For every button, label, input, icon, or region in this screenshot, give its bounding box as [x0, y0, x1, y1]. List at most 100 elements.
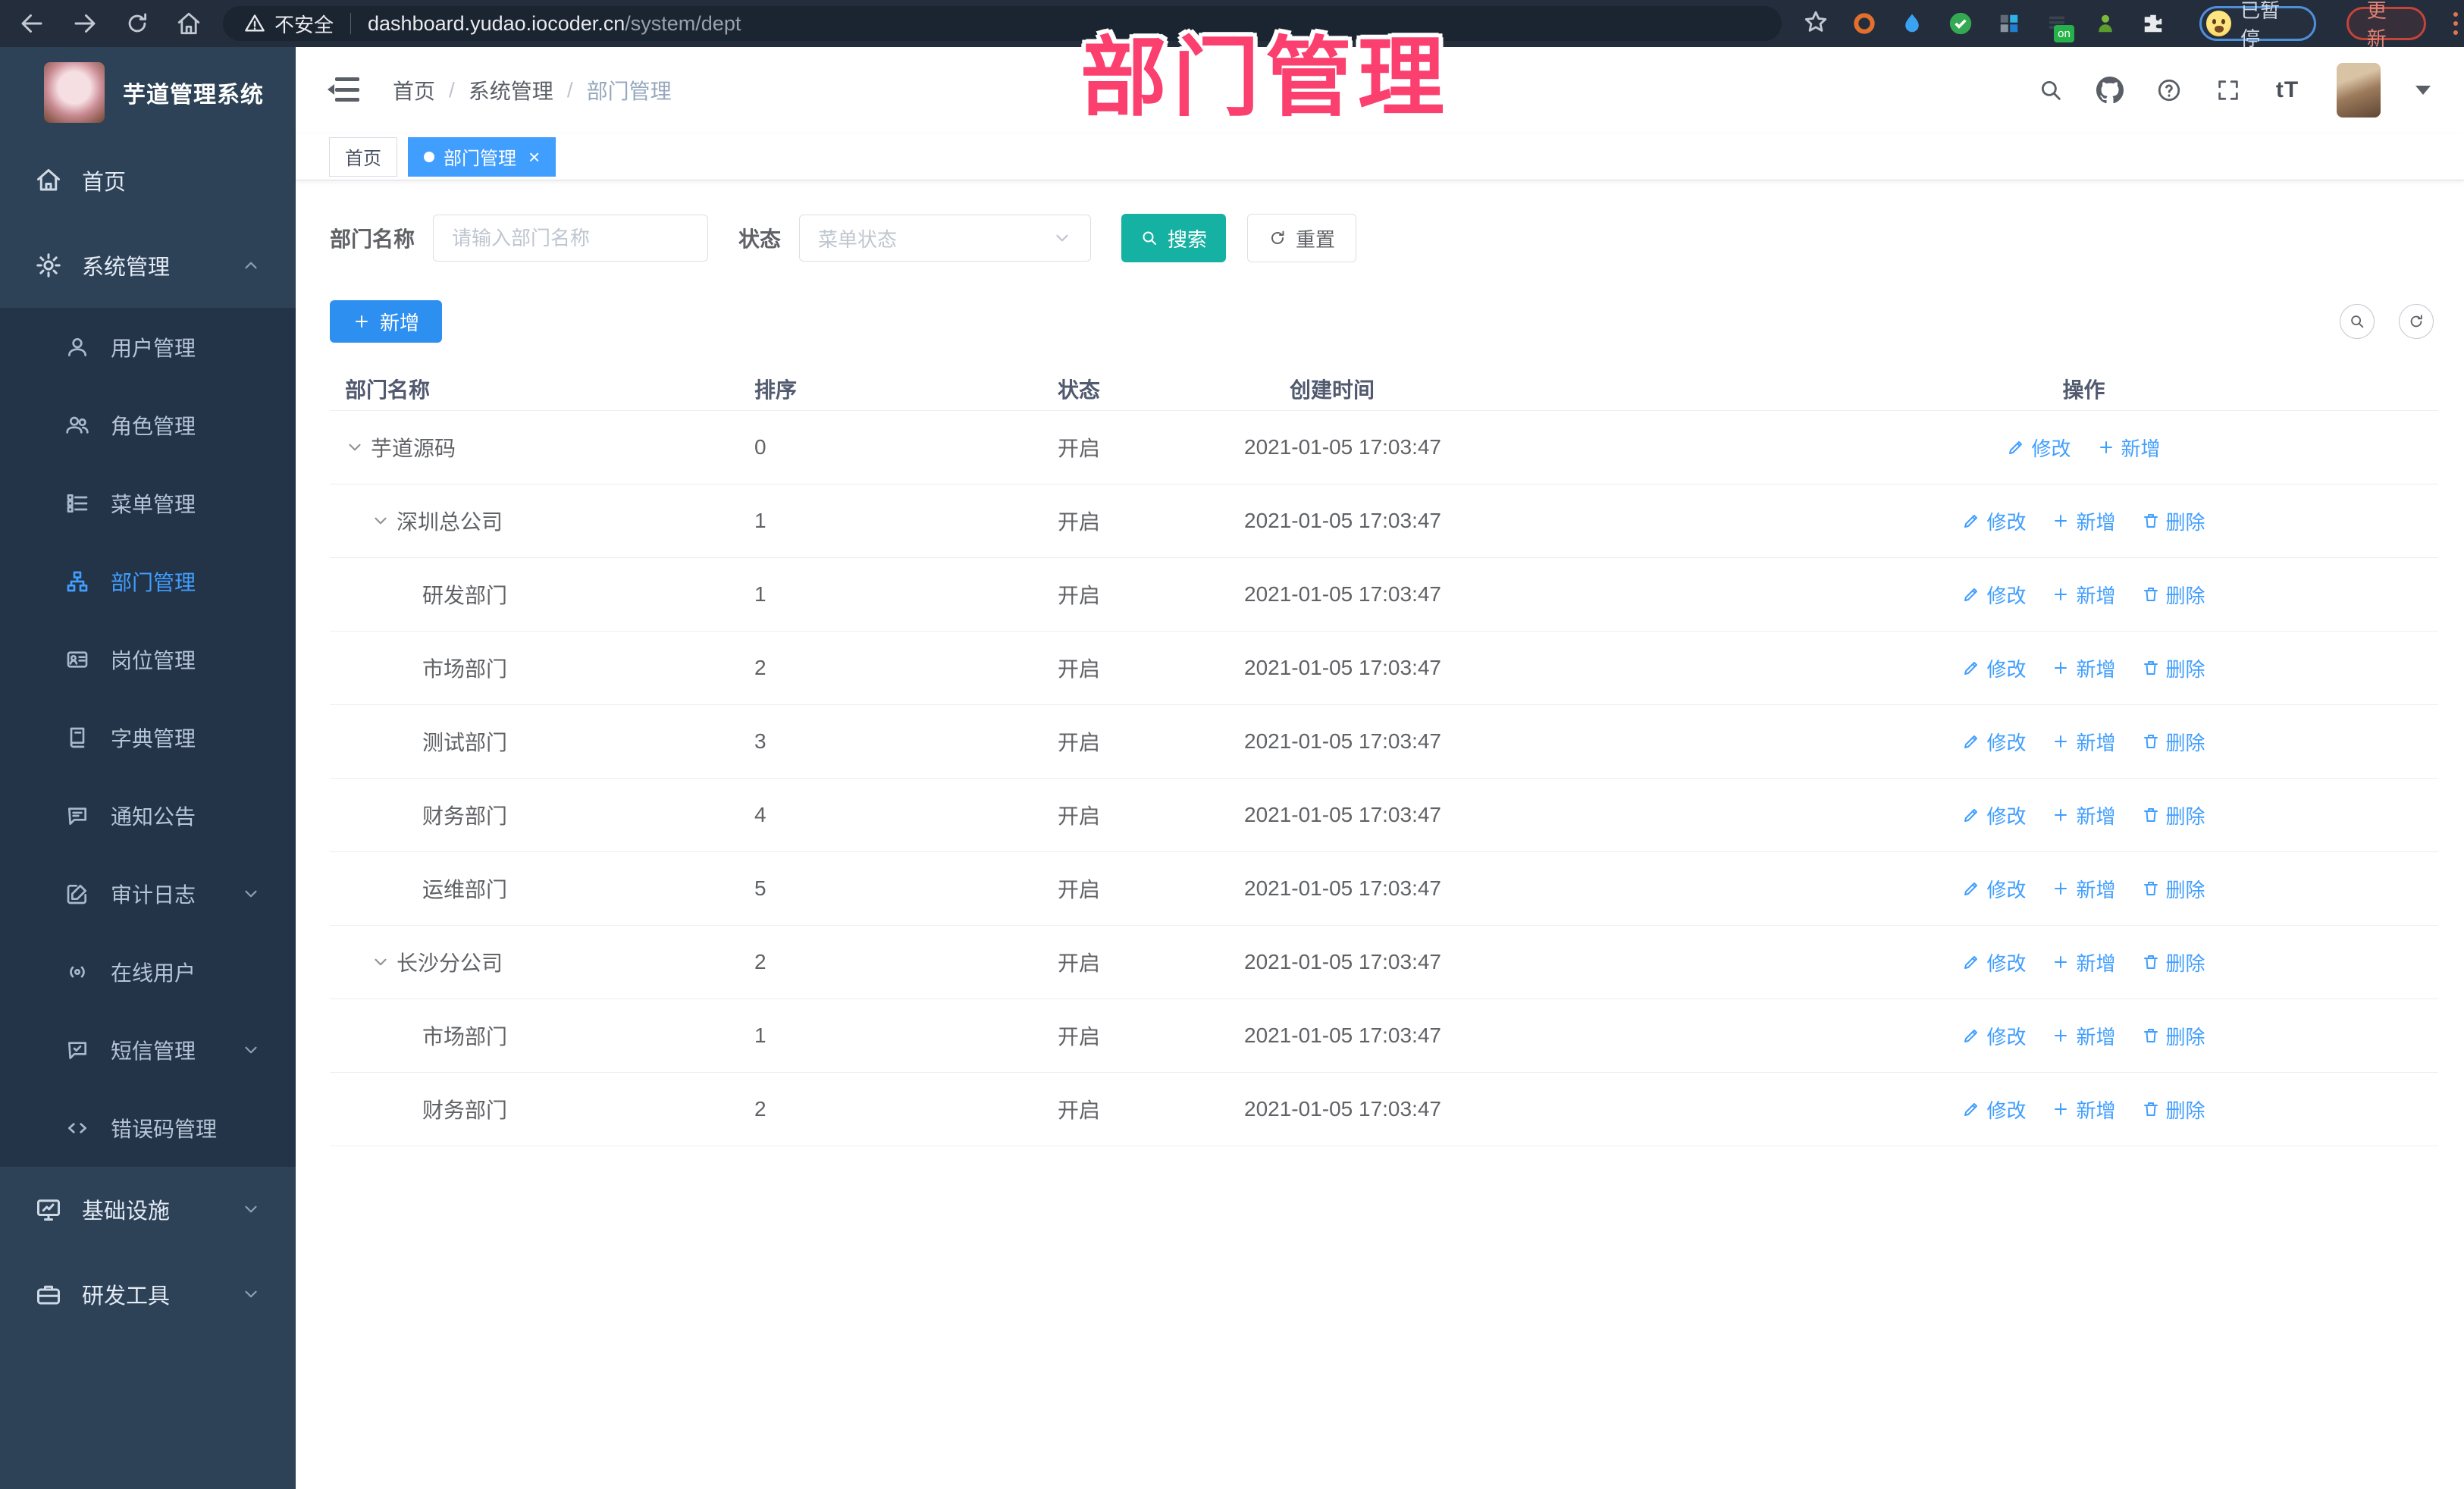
- op-add-link[interactable]: 新增: [2052, 728, 2116, 756]
- dept-name-input[interactable]: [433, 215, 709, 262]
- github-icon[interactable]: [2096, 76, 2124, 105]
- op-edit-link[interactable]: 修改: [1962, 1022, 2026, 1050]
- tag-dept-active[interactable]: 部门管理 ×: [408, 136, 556, 177]
- trash-icon: [2143, 955, 2158, 969]
- op-delete-link[interactable]: 删除: [2142, 581, 2205, 609]
- status-cell: 开启: [1058, 657, 1101, 681]
- extension-icon[interactable]: [2093, 11, 2118, 36]
- sidebar-item-infra[interactable]: 基础设施: [0, 1167, 296, 1252]
- op-delete-link[interactable]: 删除: [2142, 1022, 2205, 1050]
- sidebar-item-users[interactable]: 用户管理: [0, 308, 296, 386]
- expand-arrow-icon[interactable]: [345, 437, 365, 457]
- sidebar-item-devtools[interactable]: 研发工具: [0, 1252, 296, 1337]
- sidebar-item-dict[interactable]: 字典管理: [0, 698, 296, 776]
- security-indicator[interactable]: 不安全: [244, 10, 334, 38]
- help-icon[interactable]: [2155, 76, 2183, 105]
- op-edit-link[interactable]: 修改: [1962, 507, 2026, 535]
- reset-button[interactable]: 重置: [1247, 214, 1357, 262]
- dept-name-cell: 市场部门: [330, 1020, 739, 1051]
- op-add-link[interactable]: 新增: [2052, 581, 2116, 609]
- op-delete-link[interactable]: 删除: [2142, 875, 2205, 903]
- extension-icon[interactable]: [1851, 11, 1876, 36]
- breadcrumb-system[interactable]: 系统管理: [469, 75, 553, 105]
- dept-name-cell: 财务部门: [330, 1094, 739, 1124]
- fullscreen-icon[interactable]: [2214, 76, 2243, 105]
- sidebar-item-menus[interactable]: 菜单管理: [0, 464, 296, 542]
- op-delete-link[interactable]: 删除: [2142, 948, 2205, 976]
- op-edit-link[interactable]: 修改: [1962, 654, 2026, 682]
- sidebar-item-error-codes[interactable]: 错误码管理: [0, 1089, 296, 1167]
- browser-back-icon[interactable]: [18, 10, 45, 37]
- op-edit-link[interactable]: 修改: [1962, 1096, 2026, 1124]
- sidebar-item-online-users[interactable]: 在线用户: [0, 933, 296, 1011]
- browser-menu-icon[interactable]: [2453, 12, 2458, 35]
- op-edit-link[interactable]: 修改: [1962, 801, 2026, 829]
- breadcrumb-home[interactable]: 首页: [393, 75, 435, 105]
- browser-forward-icon[interactable]: [71, 10, 99, 37]
- extension-icon[interactable]: [1996, 11, 2021, 36]
- browser-home-icon[interactable]: [176, 11, 202, 36]
- op-add-link[interactable]: 新增: [2097, 434, 2161, 462]
- op-add-link[interactable]: 新增: [2052, 875, 2116, 903]
- sidebar-item-depts[interactable]: 部门管理: [0, 542, 296, 620]
- op-delete-link[interactable]: 删除: [2142, 507, 2205, 535]
- sidebar-item-audit-log[interactable]: 审计日志: [0, 854, 296, 933]
- status-cell: 开启: [1058, 584, 1101, 607]
- op-add-link[interactable]: 新增: [2052, 801, 2116, 829]
- add-button[interactable]: 新增: [330, 300, 442, 343]
- op-delete-link[interactable]: 删除: [2142, 654, 2205, 682]
- status-label: 状态: [738, 227, 782, 251]
- pencil-icon: [1964, 515, 1978, 528]
- status-select[interactable]: 菜单状态: [799, 215, 1092, 262]
- page-content: 部门名称 状态 菜单状态 搜索 重置: [296, 180, 2464, 1489]
- sidebar-item-notice[interactable]: 通知公告: [0, 776, 296, 854]
- bookmark-star-icon[interactable]: [1803, 9, 1829, 39]
- op-delete-link[interactable]: 删除: [2142, 1096, 2205, 1124]
- sidebar-item-roles[interactable]: 角色管理: [0, 386, 296, 464]
- tag-home[interactable]: 首页: [329, 136, 397, 177]
- browser-update-button[interactable]: 更新: [2346, 0, 2426, 50]
- op-add-link[interactable]: 新增: [2052, 1096, 2116, 1124]
- extension-icon[interactable]: on: [2044, 11, 2074, 42]
- expand-arrow-icon[interactable]: [371, 511, 390, 531]
- plus-icon: [2055, 956, 2067, 968]
- avatar-dropdown-icon[interactable]: [2415, 86, 2431, 95]
- font-size-icon[interactable]: tT: [2273, 76, 2302, 105]
- op-edit-link[interactable]: 修改: [1962, 728, 2026, 756]
- op-edit-link[interactable]: 修改: [1962, 581, 2026, 609]
- op-delete-link[interactable]: 删除: [2142, 728, 2205, 756]
- op-add-link[interactable]: 新增: [2052, 507, 2116, 535]
- sidebar-item-label: 系统管理: [82, 255, 171, 280]
- toggle-search-button[interactable]: [2340, 304, 2375, 339]
- op-add-link[interactable]: 新增: [2052, 948, 2116, 976]
- search-icon[interactable]: [2036, 76, 2065, 105]
- user-avatar[interactable]: [2337, 63, 2381, 118]
- op-delete-link[interactable]: 删除: [2142, 801, 2205, 829]
- search-button[interactable]: 搜索: [1121, 214, 1227, 262]
- op-add-link[interactable]: 新增: [2052, 1022, 2116, 1050]
- sidebar-item-system[interactable]: 系统管理: [0, 223, 296, 308]
- sidebar-item-posts[interactable]: 岗位管理: [0, 620, 296, 698]
- status-cell: 开启: [1058, 878, 1101, 901]
- sidebar-logo[interactable]: 芋道管理系统: [0, 47, 296, 138]
- plus-icon: [2055, 1103, 2067, 1115]
- op-edit-link[interactable]: 修改: [2007, 434, 2071, 462]
- sidebar-toggle-icon[interactable]: [328, 77, 359, 103]
- trash-icon: [2143, 882, 2158, 895]
- expand-arrow-icon[interactable]: [371, 952, 390, 972]
- app-title: 芋道管理系统: [123, 83, 264, 108]
- address-bar[interactable]: 不安全 dashboard.yudao.iocoder.cn/system/de…: [223, 6, 1782, 41]
- sidebar-item-home[interactable]: 首页: [0, 138, 296, 223]
- close-icon[interactable]: ×: [528, 147, 540, 167]
- browser-reload-icon[interactable]: [124, 11, 150, 36]
- browser-profile-chip[interactable]: 已暂停: [2199, 0, 2316, 50]
- extensions-puzzle-icon[interactable]: [2140, 11, 2165, 36]
- op-edit-link[interactable]: 修改: [1962, 948, 2026, 976]
- op-edit-link[interactable]: 修改: [1962, 875, 2026, 903]
- extension-icon[interactable]: [1948, 11, 1973, 36]
- refresh-table-button[interactable]: [2399, 304, 2434, 339]
- sidebar-item-sms[interactable]: 短信管理: [0, 1011, 296, 1089]
- table-row: 测试部门 3 开启 2021-01-05 17:03:47 修改 新增 删除: [330, 705, 2438, 779]
- extension-icon[interactable]: [1899, 11, 1924, 36]
- op-add-link[interactable]: 新增: [2052, 654, 2116, 682]
